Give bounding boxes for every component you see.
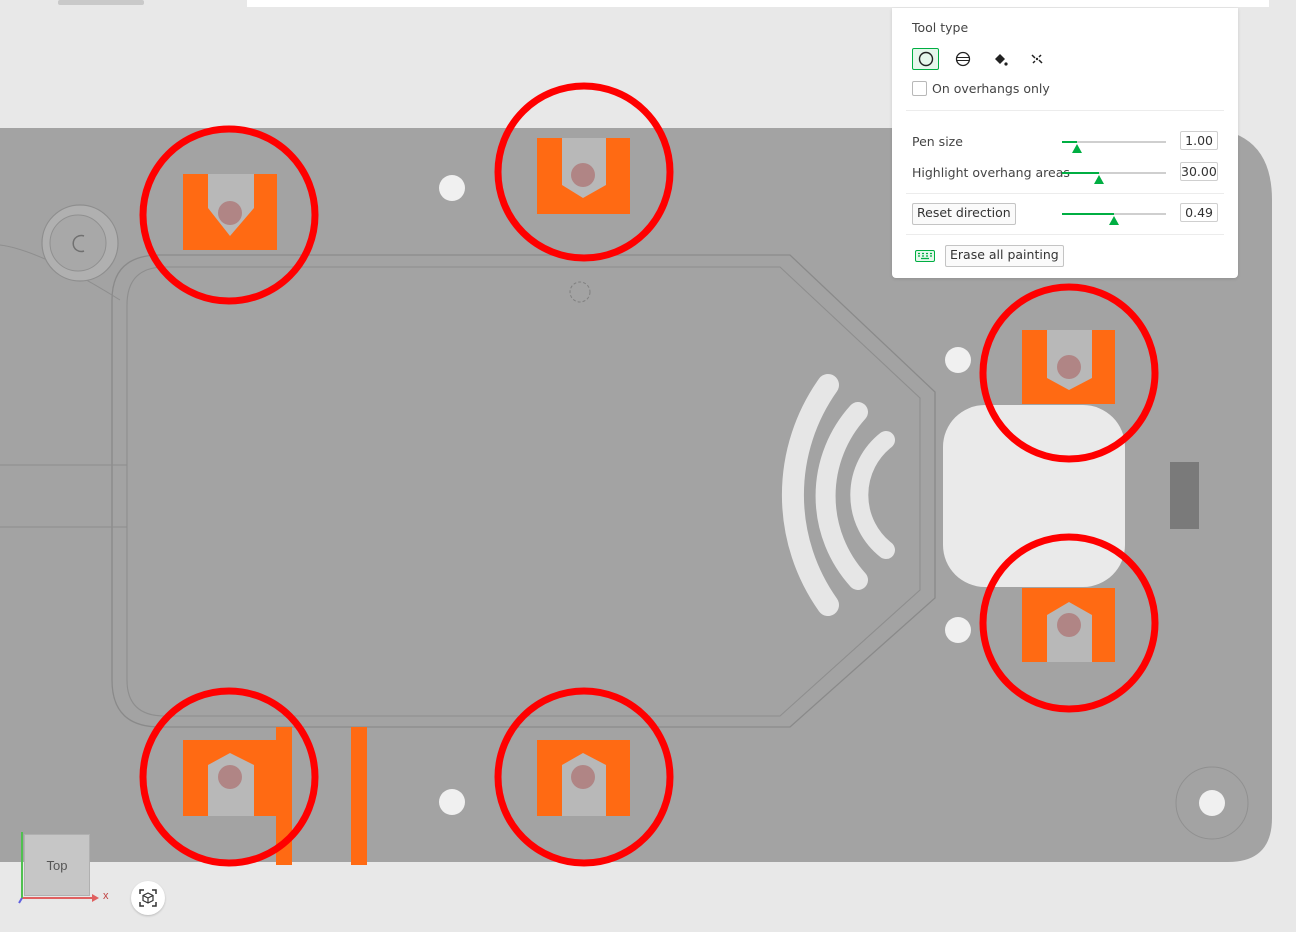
reset-direction-slider[interactable] xyxy=(1062,213,1166,225)
overhangs-only-label: On overhangs only xyxy=(932,81,1050,96)
gap-fill-tool-button[interactable] xyxy=(1023,48,1050,70)
keyboard-icon xyxy=(915,250,935,262)
painted-support-area xyxy=(183,740,277,816)
circle-tool-button[interactable] xyxy=(912,48,939,70)
divider xyxy=(906,234,1224,235)
painted-support-area xyxy=(537,138,630,214)
fit-view-icon xyxy=(139,889,157,907)
highlight-overhang-row: Highlight overhang areas 30.00 xyxy=(912,162,1218,184)
reset-direction-row: Reset direction 0.49 xyxy=(912,203,1218,225)
erase-all-painting-button[interactable]: Erase all painting xyxy=(945,245,1064,267)
tool-type-label: Tool type xyxy=(912,20,969,35)
gap-fill-icon xyxy=(1030,54,1043,64)
slider-fill xyxy=(1062,172,1100,174)
highlight-overhang-input[interactable]: 30.00 xyxy=(1180,162,1218,181)
painted-support-area xyxy=(183,174,277,250)
view-cube[interactable]: Top xyxy=(24,834,90,896)
pen-size-label: Pen size xyxy=(912,134,963,149)
painted-support-area xyxy=(1022,588,1115,662)
overhangs-only-row[interactable]: On overhangs only xyxy=(912,81,1050,96)
circle-brush-icon xyxy=(918,51,933,67)
sphere-tool-button[interactable] xyxy=(949,48,976,70)
support-painting-panel: Tool type On overhangs only Pen size 1.0… xyxy=(892,8,1238,278)
divider xyxy=(906,193,1224,194)
slider-fill xyxy=(1062,141,1077,143)
axis-x-label: x xyxy=(103,890,109,902)
highlight-overhang-slider[interactable] xyxy=(1062,172,1166,184)
slider-thumb[interactable] xyxy=(1071,144,1082,153)
slider-thumb[interactable] xyxy=(1094,175,1105,184)
view-cube-label: Top xyxy=(46,857,68,873)
slider-thumb[interactable] xyxy=(1109,216,1119,225)
highlight-overhang-label: Highlight overhang areas xyxy=(912,165,1070,180)
pen-size-row: Pen size 1.00 xyxy=(912,131,1218,153)
divider xyxy=(906,110,1224,111)
fill-tool-button[interactable] xyxy=(986,48,1013,70)
fit-view-button[interactable] xyxy=(131,881,165,915)
reset-direction-input[interactable]: 0.49 xyxy=(1180,203,1218,222)
sphere-brush-icon xyxy=(955,51,970,67)
tool-type-group xyxy=(912,48,1050,70)
slider-fill xyxy=(1062,213,1114,215)
painted-support-area xyxy=(1022,330,1115,404)
pen-size-input[interactable]: 1.00 xyxy=(1180,131,1218,150)
erase-row: Erase all painting xyxy=(912,245,1218,267)
reset-direction-button[interactable]: Reset direction xyxy=(912,203,1016,225)
overhangs-only-checkbox[interactable] xyxy=(912,81,927,96)
fill-bucket-icon xyxy=(994,54,1008,66)
painted-support-area xyxy=(537,740,630,816)
pen-size-slider[interactable] xyxy=(1062,141,1166,153)
